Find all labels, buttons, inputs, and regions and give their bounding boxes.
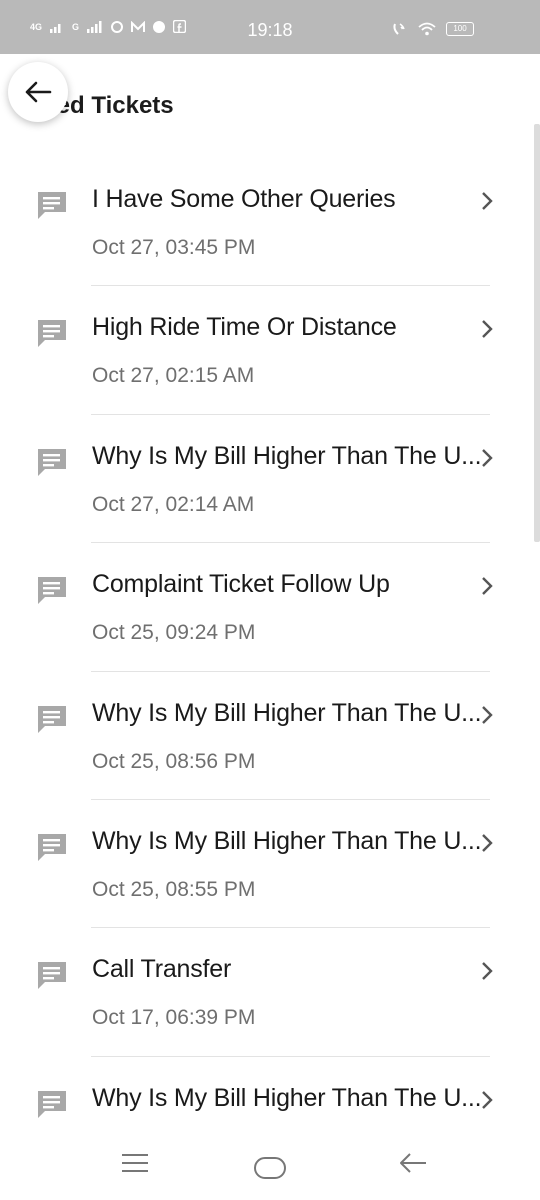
ticket-title: Why Is My Bill Higher Than The U... xyxy=(92,826,482,855)
battery-icon: 100 xyxy=(446,22,474,36)
ticket-date: Oct 17, 06:39 PM xyxy=(92,1006,256,1030)
wifi-icon xyxy=(418,22,436,36)
chat-message-icon xyxy=(38,320,66,348)
chat-message-icon xyxy=(38,577,66,605)
ticket-date: Oct 27, 02:14 AM xyxy=(92,492,255,516)
chevron-right-icon xyxy=(482,577,493,596)
chevron-right-icon xyxy=(482,962,493,981)
chevron-right-icon xyxy=(482,705,493,724)
chat-message-icon xyxy=(38,962,66,990)
ticket-row[interactable]: Complaint Ticket Follow Up Oct 25, 09:24… xyxy=(0,543,540,672)
ticket-list: I Have Some Other Queries Oct 27, 03:45 … xyxy=(0,158,540,1185)
chevron-right-icon xyxy=(482,834,493,852)
ticket-date: Oct 27, 02:15 AM xyxy=(92,364,255,388)
chevron-right-icon xyxy=(482,448,493,467)
chat-message-icon xyxy=(38,1090,66,1118)
ticket-date: Oct 25, 08:56 PM xyxy=(92,749,256,773)
ticket-row[interactable]: Why Is My Bill Higher Than The U... Oct … xyxy=(0,672,540,800)
ticket-row[interactable]: High Ride Time Or Distance Oct 27, 02:15… xyxy=(0,286,540,415)
ticket-row[interactable]: Call Transfer Oct 17, 06:39 PM xyxy=(0,928,540,1057)
chat-message-icon xyxy=(38,833,66,861)
ticket-title: I Have Some Other Queries xyxy=(92,185,396,213)
chevron-right-icon xyxy=(482,320,493,339)
back-arrow-icon[interactable] xyxy=(398,1152,428,1174)
chat-message-icon xyxy=(38,448,66,476)
status-right-icons: 100 xyxy=(392,22,474,36)
chevron-right-icon xyxy=(482,192,493,210)
ticket-title: Why Is My Bill Higher Than The U... xyxy=(92,698,482,727)
ticket-title: Complaint Ticket Follow Up xyxy=(92,570,390,599)
home-icon[interactable] xyxy=(253,1156,287,1180)
back-button[interactable] xyxy=(8,62,68,122)
app-header: losed Tickets xyxy=(0,54,540,158)
ticket-date: Oct 25, 09:24 PM xyxy=(92,621,256,645)
ticket-row[interactable]: Why Is My Bill Higher Than The U... Oct … xyxy=(0,415,540,544)
chevron-right-icon xyxy=(482,1090,493,1109)
ticket-title: High Ride Time Or Distance xyxy=(92,313,397,342)
ticket-date: Oct 25, 08:55 PM xyxy=(92,877,256,901)
ticket-title: Why Is My Bill Higher Than The U... xyxy=(92,1083,482,1112)
status-bar: 4G G 19:18 100 xyxy=(0,0,540,54)
ticket-date: Oct 27, 03:45 PM xyxy=(92,236,256,259)
chat-message-icon xyxy=(38,192,66,219)
system-nav-bar xyxy=(0,1130,540,1200)
wifi-call-icon xyxy=(393,23,405,35)
ticket-title: Why Is My Bill Higher Than The U... xyxy=(92,441,482,470)
chat-message-icon xyxy=(38,705,66,733)
arrow-left-icon xyxy=(25,81,52,103)
ticket-title: Call Transfer xyxy=(92,955,232,984)
menu-icon[interactable] xyxy=(120,1152,150,1174)
ticket-row[interactable]: Why Is My Bill Higher Than The U... Oct … xyxy=(0,800,540,929)
ticket-row[interactable]: I Have Some Other Queries Oct 27, 03:45 … xyxy=(0,158,540,287)
